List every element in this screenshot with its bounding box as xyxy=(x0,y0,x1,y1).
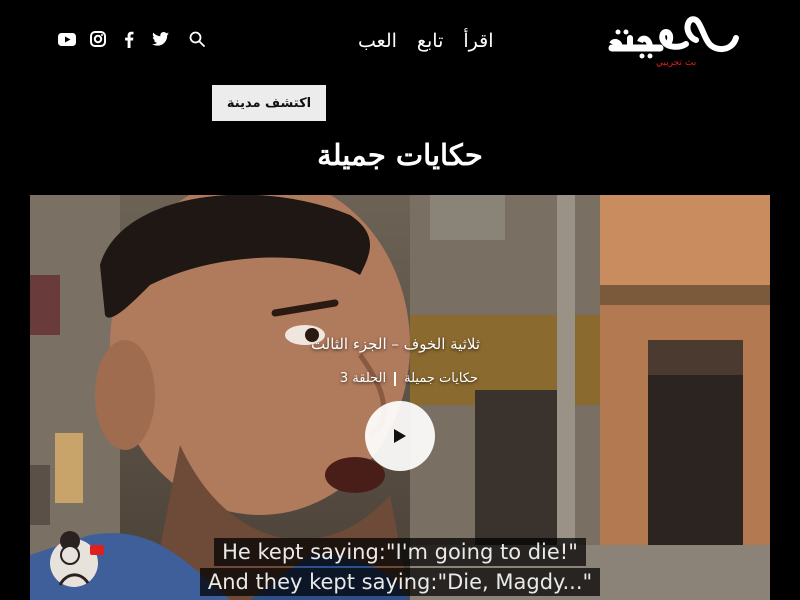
subtitle-line-2: And they kept saying:"Die, Magdy..." xyxy=(30,568,770,596)
youtube-icon[interactable] xyxy=(56,28,78,50)
twitter-icon[interactable] xyxy=(149,28,171,50)
channel-watermark-icon xyxy=(50,531,104,587)
video-player[interactable]: ثلاثية الخوف – الجزء الثالث حكايات جميلة… xyxy=(30,195,770,600)
discover-madina-button[interactable]: اكتشف مدينة xyxy=(212,85,326,121)
nav-item-follow[interactable]: تابع xyxy=(417,30,443,52)
episode-title: ثلاثية الخوف – الجزء الثالث xyxy=(310,335,480,353)
episode-number: الحلقة 3 xyxy=(339,371,387,386)
subtitle-text-2: And they kept saying:"Die, Magdy..." xyxy=(199,568,601,596)
nav-item-play[interactable]: العب xyxy=(358,30,397,52)
top-bar: اقرأ تابع العب بث تجريبي xyxy=(0,0,800,80)
nav-item-read[interactable]: اقرأ xyxy=(463,30,493,52)
facebook-icon[interactable] xyxy=(118,28,140,50)
page-title: حكايات جميلة xyxy=(317,138,483,172)
meta-divider xyxy=(394,371,397,386)
subtitle-line-1: He kept saying:"I'm going to die!" xyxy=(30,538,770,566)
episode-meta: حكايات جميلة الحلقة 3 xyxy=(340,371,478,386)
play-button[interactable] xyxy=(365,401,435,471)
main-nav: اقرأ تابع العب xyxy=(358,30,494,52)
play-icon xyxy=(394,429,406,443)
search-icon[interactable] xyxy=(186,28,208,50)
social-links xyxy=(56,28,217,50)
series-name[interactable]: حكايات جميلة xyxy=(404,371,478,386)
logo-subtext: بث تجريبي xyxy=(656,58,697,68)
subtitle-text-1: He kept saying:"I'm going to die!" xyxy=(214,538,586,566)
instagram-icon[interactable] xyxy=(87,28,109,50)
